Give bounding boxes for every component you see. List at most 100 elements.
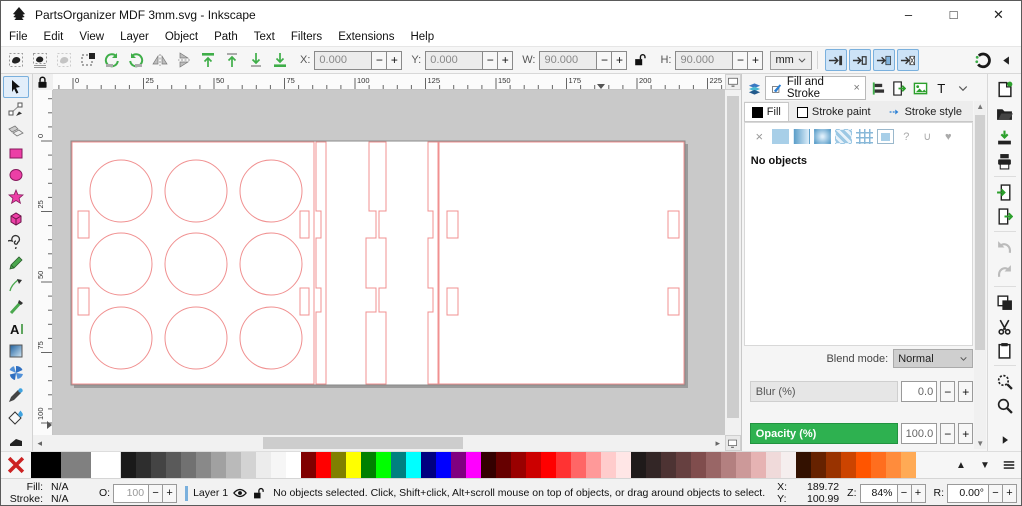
palette-swatch[interactable]: [481, 452, 496, 478]
fill-stroke-dialog-tab[interactable]: Fill and Stroke×: [765, 76, 866, 100]
fill-stroke-indicator[interactable]: Fill:N/A Stroke:N/A: [5, 481, 91, 505]
palette-swatch[interactable]: [346, 452, 361, 478]
layer-name[interactable]: Layer 1: [193, 487, 228, 499]
gradient-tool[interactable]: [3, 340, 29, 362]
palette-swatch[interactable]: [646, 452, 661, 478]
select-all-layers-button[interactable]: [28, 49, 51, 72]
paint-mesh-gradient-button[interactable]: [856, 129, 873, 144]
new-document-button[interactable]: [992, 78, 1018, 100]
palette-swatch[interactable]: [796, 452, 811, 478]
duplicate-button[interactable]: [992, 291, 1018, 313]
blend-mode-dropdown[interactable]: Normal: [893, 349, 973, 368]
dialog-close-icon[interactable]: ×: [853, 82, 859, 94]
opacity-slider[interactable]: Opacity (%): [750, 423, 898, 444]
spiral-tool[interactable]: [3, 230, 29, 252]
canvas-drawing[interactable]: [53, 90, 725, 435]
maximize-button[interactable]: □: [931, 1, 976, 28]
palette-swatch[interactable]: [226, 452, 241, 478]
display-mode-button[interactable]: [725, 74, 741, 90]
opacity-minus-button[interactable]: −: [940, 423, 955, 444]
rotate-90-cw-button[interactable]: [124, 49, 147, 72]
w-plus-button[interactable]: +: [611, 52, 626, 69]
paint-swatch-button[interactable]: [877, 129, 894, 144]
tab-stroke-style[interactable]: Stroke style: [879, 102, 970, 121]
palette-swatch[interactable]: [886, 452, 901, 478]
palette-swatch[interactable]: [571, 452, 586, 478]
flip-horizontal-button[interactable]: [148, 49, 171, 72]
palette-swatch[interactable]: [211, 452, 226, 478]
palette-swatch[interactable]: [526, 452, 541, 478]
pencil-tool[interactable]: [3, 252, 29, 274]
import-button[interactable]: [992, 181, 1018, 203]
menu-extensions[interactable]: Extensions: [330, 28, 402, 46]
h-spinbox[interactable]: 90.000−+: [675, 51, 763, 70]
blur-value[interactable]: 0.0: [901, 381, 937, 402]
palette-swatch[interactable]: [436, 452, 451, 478]
palette-swatch[interactable]: [751, 452, 766, 478]
y-minus-button[interactable]: −: [482, 52, 497, 69]
paint-no-paint-button[interactable]: ×: [751, 129, 768, 144]
ellipse-tool[interactable]: [3, 164, 29, 186]
palette-swatch[interactable]: [241, 452, 256, 478]
palette-swatch[interactable]: [841, 452, 856, 478]
w-minus-button[interactable]: −: [596, 52, 611, 69]
palette-swatch[interactable]: [706, 452, 721, 478]
palette-swatch[interactable]: [136, 452, 151, 478]
x-minus-button[interactable]: −: [371, 52, 386, 69]
x-plus-button[interactable]: +: [386, 52, 401, 69]
text-dialog-tab[interactable]: T: [931, 77, 951, 99]
select-all-button[interactable]: [4, 49, 27, 72]
lock-ratio-icon[interactable]: [628, 49, 651, 72]
menu-edit[interactable]: Edit: [36, 28, 72, 46]
palette-swatch[interactable]: [316, 452, 331, 478]
palette-swatch[interactable]: [151, 452, 166, 478]
horizontal-scrollbar-thumb[interactable]: [263, 437, 463, 449]
deselect-button[interactable]: [52, 49, 75, 72]
palette-swatch[interactable]: [541, 452, 556, 478]
menu-text[interactable]: Text: [246, 28, 283, 46]
tab-fill[interactable]: Fill: [744, 102, 789, 121]
palette-swatch[interactable]: [826, 452, 841, 478]
vertical-scrollbar-thumb[interactable]: [727, 96, 739, 418]
menu-view[interactable]: View: [71, 28, 112, 46]
palette-scroll-up-icon[interactable]: ▲: [949, 452, 973, 478]
dropper-tool[interactable]: [3, 384, 29, 406]
paste-button[interactable]: [992, 339, 1018, 361]
snap-controls-icon[interactable]: [971, 49, 994, 72]
opacity-status-spinbox[interactable]: 100−+: [113, 484, 177, 503]
rectangle-tool[interactable]: [3, 142, 29, 164]
palette-swatch[interactable]: [121, 452, 136, 478]
save-document-button[interactable]: [992, 126, 1018, 148]
menu-filters[interactable]: Filters: [283, 28, 330, 46]
palette-swatch[interactable]: [181, 452, 196, 478]
palette-swatch[interactable]: [631, 452, 646, 478]
menu-path[interactable]: Path: [206, 28, 246, 46]
raise-button[interactable]: [220, 49, 243, 72]
palette-swatch[interactable]: [331, 452, 346, 478]
palette-swatch[interactable]: [91, 452, 121, 478]
tab-stroke-paint[interactable]: Stroke paint: [789, 102, 879, 121]
cms-adjust-button[interactable]: [725, 435, 741, 451]
close-button[interactable]: ✕: [976, 1, 1021, 28]
dialog-scroll-down-icon[interactable]: ▼: [974, 439, 986, 448]
h-plus-button[interactable]: +: [747, 52, 762, 69]
dialog-scroll-up-icon[interactable]: ▲: [974, 102, 986, 111]
expand-commands-button[interactable]: [992, 429, 1018, 451]
palette-swatch[interactable]: [451, 452, 466, 478]
transform-pattern-toggle[interactable]: [897, 49, 919, 71]
menu-file[interactable]: File: [1, 28, 36, 46]
opacity-plus-button[interactable]: +: [958, 423, 973, 444]
lower-to-bottom-button[interactable]: [268, 49, 291, 72]
palette-scroll-down-icon[interactable]: ▼: [973, 452, 997, 478]
paint-flat-color-button[interactable]: [772, 129, 789, 144]
mesh-tool[interactable]: [3, 362, 29, 384]
zoom-plus-button[interactable]: +: [911, 485, 925, 502]
horizontal-scrollbar[interactable]: ◂ ▸: [33, 435, 725, 451]
palette-swatch[interactable]: [301, 452, 316, 478]
palette-swatch[interactable]: [361, 452, 376, 478]
palette-swatch[interactable]: [166, 452, 181, 478]
redo-button[interactable]: [992, 260, 1018, 282]
lock-guides-icon[interactable]: [33, 74, 53, 90]
palette-swatch[interactable]: [391, 452, 406, 478]
palette-swatch[interactable]: [271, 452, 286, 478]
